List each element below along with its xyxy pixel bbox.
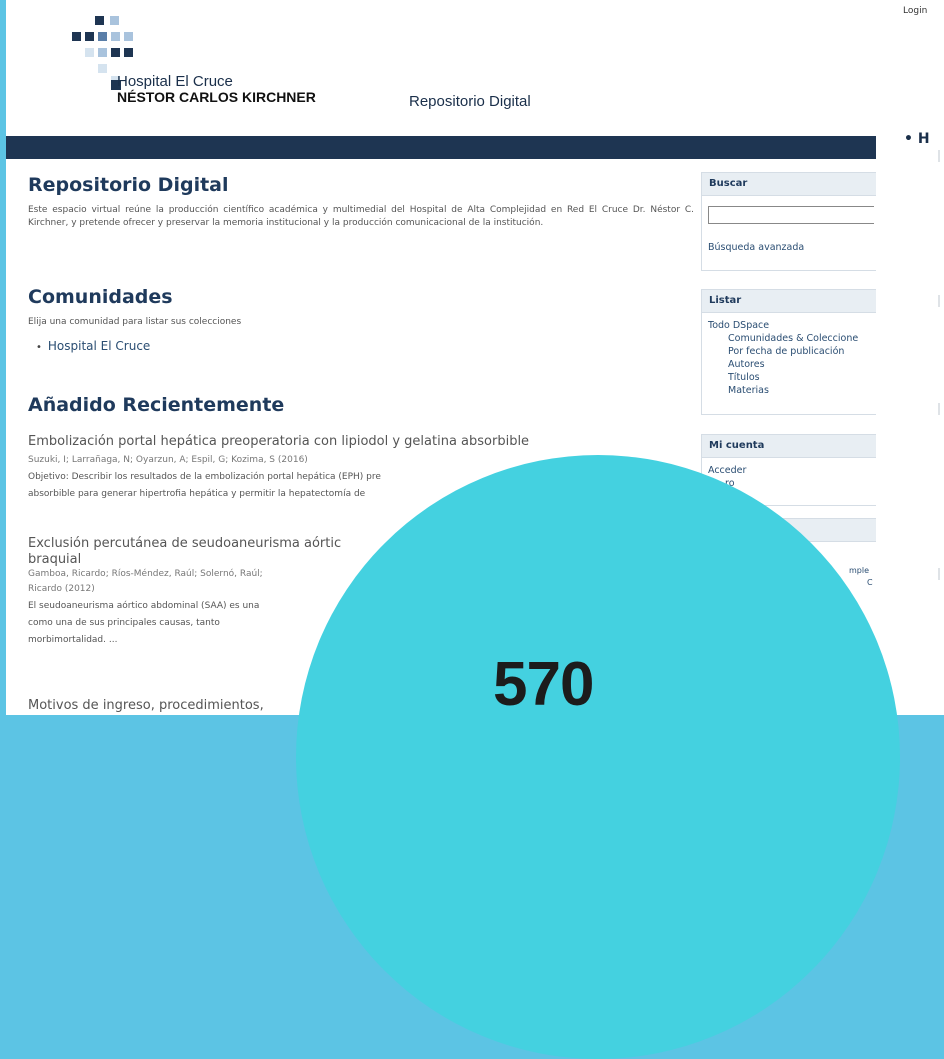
search-box: Buscar Búsqueda avanzada bbox=[701, 172, 876, 271]
navigation-bar bbox=[6, 136, 876, 159]
community-link[interactable]: Hospital El Cruce bbox=[48, 339, 150, 353]
browse-heading: Listar bbox=[702, 290, 876, 313]
browse-subjects-link[interactable]: Materias bbox=[708, 384, 876, 397]
browse-box: Listar Todo DSpace Comunidades & Colecci… bbox=[701, 289, 876, 415]
recent-heading: Añadido Recientemente bbox=[28, 394, 285, 416]
advanced-search-link[interactable]: Búsqueda avanzada bbox=[708, 241, 876, 254]
intro-text: Este espacio virtual reúne la producción… bbox=[28, 205, 694, 228]
hospital-name: Hospital El Cruce bbox=[117, 73, 233, 90]
login-link[interactable]: Login bbox=[903, 6, 927, 16]
partial-text: mple bbox=[849, 566, 870, 575]
browse-titles-link[interactable]: Títulos bbox=[708, 371, 876, 384]
repository-title[interactable]: Repositorio Digital bbox=[409, 93, 531, 110]
page-title: Repositorio Digital bbox=[28, 174, 229, 196]
overlay-number: 570 bbox=[493, 650, 594, 719]
right-panel: Login • H bbox=[876, 0, 944, 715]
partial-list-item: • H bbox=[904, 131, 930, 147]
partial-text: C bbox=[867, 578, 873, 587]
account-heading: Mi cuenta bbox=[702, 435, 876, 458]
browse-authors-link[interactable]: Autores bbox=[708, 358, 876, 371]
communities-heading: Comunidades bbox=[28, 286, 173, 308]
search-heading: Buscar bbox=[702, 173, 876, 196]
browse-communities-link[interactable]: Comunidades & Coleccione bbox=[708, 332, 876, 345]
search-input[interactable] bbox=[708, 205, 874, 224]
recent-item-title[interactable]: Embolización portal hepática preoperator… bbox=[28, 434, 694, 450]
community-item[interactable]: • Hospital El Cruce bbox=[36, 339, 694, 353]
bullet-icon: • bbox=[36, 342, 42, 353]
communities-description: Elija una comunidad para listar sus cole… bbox=[28, 317, 242, 327]
browse-date-link[interactable]: Por fecha de publicación bbox=[708, 345, 876, 358]
browse-all-link[interactable]: Todo DSpace bbox=[708, 319, 876, 332]
overlay-circle bbox=[296, 455, 900, 1059]
hospital-subtitle: NÉSTOR CARLOS KIRCHNER bbox=[117, 89, 316, 105]
login-link[interactable]: Acceder bbox=[708, 464, 876, 477]
